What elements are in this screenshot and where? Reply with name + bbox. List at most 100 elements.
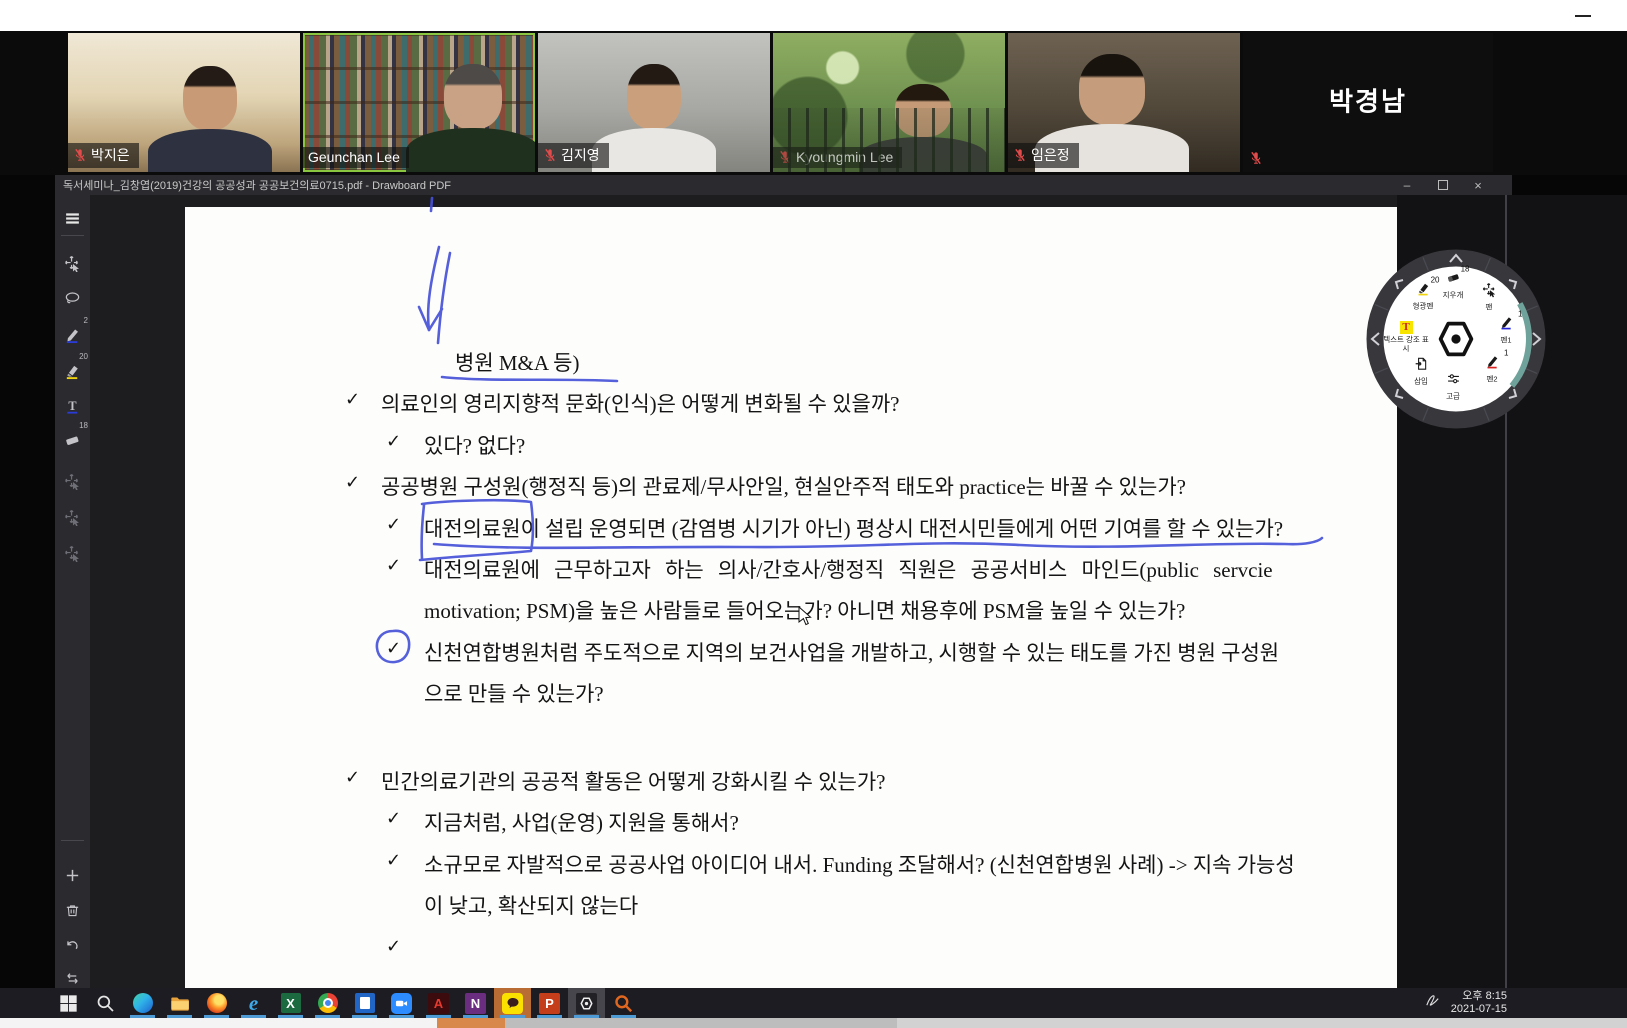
advanced-icon <box>1446 371 1461 386</box>
wheel-item-pen-2[interactable]: 1펜2 <box>1467 354 1517 384</box>
sidebar-tool-slot-1[interactable] <box>55 466 90 496</box>
taskbar-powerpoint[interactable]: P <box>531 988 568 1018</box>
radial-tool-menu[interactable]: 20형광펜18지우개팬T텍스트 강조 표시1펜1삽입고급1펜2 <box>1366 249 1546 429</box>
window-close-button[interactable]: × <box>1463 175 1493 195</box>
participant-name: Kyoungmin Lee <box>796 149 893 165</box>
wheel-item-pan[interactable]: 팬 <box>1464 282 1514 312</box>
taskbar-explorer[interactable] <box>161 988 198 1018</box>
wheel-item-pen-1[interactable]: 1펜1 <box>1481 315 1531 345</box>
sidebar-eraser-tool[interactable]: 18 <box>55 425 90 455</box>
participant-head <box>183 66 237 130</box>
sidebar-add-page[interactable] <box>55 860 90 890</box>
tray-time: 오후 8:15 <box>1451 990 1507 1003</box>
taskbar-excel[interactable]: X <box>272 988 309 1018</box>
doc-line: ✓의료인의 영리지향적 문화(인식)은 어떻게 변화될 수 있을까? <box>90 388 900 418</box>
sidebar-delete-page[interactable] <box>55 895 90 925</box>
taskbar-docs-app[interactable] <box>346 988 383 1018</box>
taskbar-clock[interactable]: 오후 8:15 2021-07-15 <box>1451 990 1507 1016</box>
muted-mic-icon <box>543 148 557 162</box>
participant-name: 김지영 <box>561 145 600 165</box>
participant-video <box>871 84 975 172</box>
onenote-icon: N <box>464 992 487 1015</box>
taskbar-onenote[interactable]: N <box>457 988 494 1018</box>
taskbar-ie[interactable]: e <box>235 988 272 1018</box>
doc-line: 병원 M&A 등) <box>455 347 579 377</box>
sidebar-menu[interactable] <box>55 203 90 233</box>
wheel-item-label: 펜2 <box>1467 375 1517 384</box>
sidebar-tool-slot-2[interactable] <box>55 502 90 532</box>
doc-line-text: 대전의료원이 설립 운영되면 (감염병 시기가 아닌) 평상시 대전시민들에게 … <box>424 513 1283 543</box>
participant-body <box>592 128 716 172</box>
participant-video <box>419 64 527 172</box>
participant-tile[interactable]: 임은정 <box>1008 33 1240 172</box>
sidebar-text-tool[interactable]: T <box>55 391 90 421</box>
wheel-item-label: 팬 <box>1464 303 1514 312</box>
wheel-item-text-highlight[interactable]: T텍스트 강조 표시 <box>1381 317 1431 353</box>
doc-line-text: 소규모로 자발적으로 공공사업 아이디어 내서. Funding 조달해서? (… <box>424 849 1295 879</box>
sidebar-pan-tool[interactable] <box>55 248 90 278</box>
participant-head <box>1079 54 1146 125</box>
taskbar-chrome[interactable] <box>309 988 346 1018</box>
firefox-icon <box>205 992 228 1015</box>
participant-tile[interactable]: 김지영 <box>538 33 770 172</box>
taskbar-start[interactable] <box>50 988 87 1018</box>
video-strip: 박지은 Geunchan Lee 김지영 Kyoungmin Lee 임은정박경남 <box>0 31 1627 175</box>
sidebar-tool-slot-3[interactable] <box>55 538 90 568</box>
taskbar-drawboard[interactable] <box>568 988 605 1018</box>
wheel-item-badge: 1 <box>1518 309 1522 318</box>
window-restore-button[interactable] <box>1428 175 1458 195</box>
docs-app-icon <box>353 992 376 1015</box>
doc-line: ✓대전의료원이 설립 운영되면 (감염병 시기가 아닌) 평상시 대전시민들에게… <box>90 513 1283 543</box>
sidebar-highlighter-tool[interactable]: 20 <box>55 356 90 386</box>
participant-body <box>859 137 988 172</box>
doc-line-text: 병원 M&A 등) <box>455 347 579 377</box>
doc-line: ✓ 민간의료기관의 공공적 활동은 어떻게 강화시킬 수 있는가? <box>90 766 886 796</box>
wheel-item-label: 형광펜 <box>1398 302 1448 311</box>
taskbar-firefox[interactable] <box>198 988 235 1018</box>
powerpoint-icon: P <box>538 992 561 1015</box>
doc-line-text: 있다? 없다? <box>424 430 525 460</box>
sidebar-lasso-tool[interactable] <box>55 283 90 313</box>
bottom-strip-white <box>0 1018 437 1028</box>
participant-tile[interactable]: Geunchan Lee <box>303 33 535 172</box>
participant-name: 박지은 <box>91 145 130 165</box>
participant-tile[interactable]: Kyoungmin Lee <box>773 33 1005 172</box>
sidebar-pen-tool[interactable]: 2 <box>55 320 90 350</box>
checkmark: ✓ <box>386 431 401 452</box>
participant-video <box>160 66 260 172</box>
system-tray[interactable]: 오후 8:15 2021-07-15 <box>1424 988 1507 1018</box>
drawboard-tray-icon[interactable] <box>1424 992 1441 1014</box>
doc-line-text: motivation; PSM)을 높은 사람들로 들어오는가? 아니면 채용후… <box>424 595 1185 625</box>
start-icon <box>57 992 80 1015</box>
doc-line-text: 민간의료기관의 공공적 활동은 어떻게 강화시킬 수 있는가? <box>381 766 886 796</box>
wheel-item-label: 펜1 <box>1481 336 1531 345</box>
participant-tile[interactable]: 박지은 <box>68 33 300 172</box>
participant-name-centered: 박경남 <box>1243 81 1493 118</box>
doc-line: ✓소규모로 자발적으로 공공사업 아이디어 내서. Funding 조달해서? … <box>90 849 1295 879</box>
sidebar-undo[interactable] <box>55 930 90 960</box>
minimize-dash-icon[interactable] <box>1575 15 1591 17</box>
participant-head <box>895 84 951 137</box>
taskbar-acrobat[interactable]: A <box>420 988 457 1018</box>
checkmark: ✓ <box>386 936 401 957</box>
participant-name-label: Kyoungmin Lee <box>773 147 902 168</box>
taskbar-kakaotalk[interactable] <box>494 988 531 1018</box>
doc-line-text: 대전의료원에 근무하고자 하는 의사/간호사/행정직 직원은 공공서비스 마인드… <box>424 554 1273 584</box>
sidebar-divider-top <box>61 235 84 236</box>
pdf-window-titlebar[interactable]: 독서세미나_김창엽(2019)건강의 공공성과 공공보건의료0715.pdf -… <box>55 175 1512 195</box>
checkmark: ✓ <box>345 767 360 788</box>
muted-mic-icon <box>1249 151 1263 165</box>
windows-taskbar: eX AN P <box>0 988 1627 1018</box>
taskbar-edge[interactable] <box>124 988 161 1018</box>
text-highlight-icon: T <box>1399 317 1414 332</box>
doc-line: ✓신천연합병원처럼 주도적으로 지역의 보건사업을 개발하고, 시행할 수 있는… <box>90 637 1279 667</box>
muted-mic-icon <box>1013 148 1027 162</box>
taskbar-search[interactable] <box>87 988 124 1018</box>
window-minimize-button[interactable]: – <box>1392 175 1422 195</box>
taskbar-search-orange[interactable] <box>605 988 642 1018</box>
participant-name-label: 박지은 <box>68 143 139 168</box>
svg-text:T: T <box>68 398 76 412</box>
taskbar-zoom[interactable] <box>383 988 420 1018</box>
edge-icon <box>131 992 154 1015</box>
participant-tile[interactable]: 박경남 <box>1243 33 1493 172</box>
